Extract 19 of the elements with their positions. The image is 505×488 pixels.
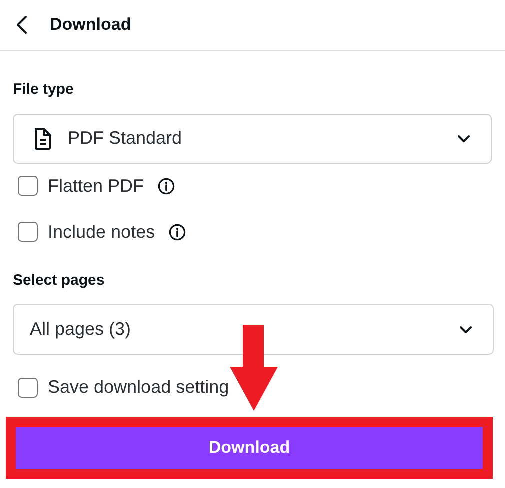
download-button[interactable]: Download bbox=[16, 427, 483, 469]
checkbox[interactable] bbox=[18, 222, 38, 242]
document-icon bbox=[34, 126, 52, 150]
back-icon[interactable] bbox=[16, 15, 28, 35]
field-label: Select pages bbox=[13, 270, 106, 290]
checkbox[interactable] bbox=[18, 176, 38, 196]
field-label: File type bbox=[13, 80, 75, 100]
checkbox[interactable] bbox=[18, 378, 38, 398]
file-type-select[interactable]: PDF Standard bbox=[13, 114, 492, 164]
chevron-down-icon bbox=[457, 134, 471, 143]
info-icon[interactable] bbox=[158, 178, 176, 194]
panel-title: Download bbox=[50, 14, 132, 36]
pages-select[interactable]: All pages (3) bbox=[13, 304, 494, 355]
chevron-down-icon bbox=[459, 325, 473, 334]
checkbox-label: Save download setting bbox=[48, 376, 230, 399]
arrow-icon bbox=[230, 325, 278, 411]
checkbox-label: Flatten PDF bbox=[48, 174, 144, 198]
info-icon[interactable] bbox=[169, 224, 186, 240]
checkbox-label: Include notes bbox=[48, 220, 156, 244]
